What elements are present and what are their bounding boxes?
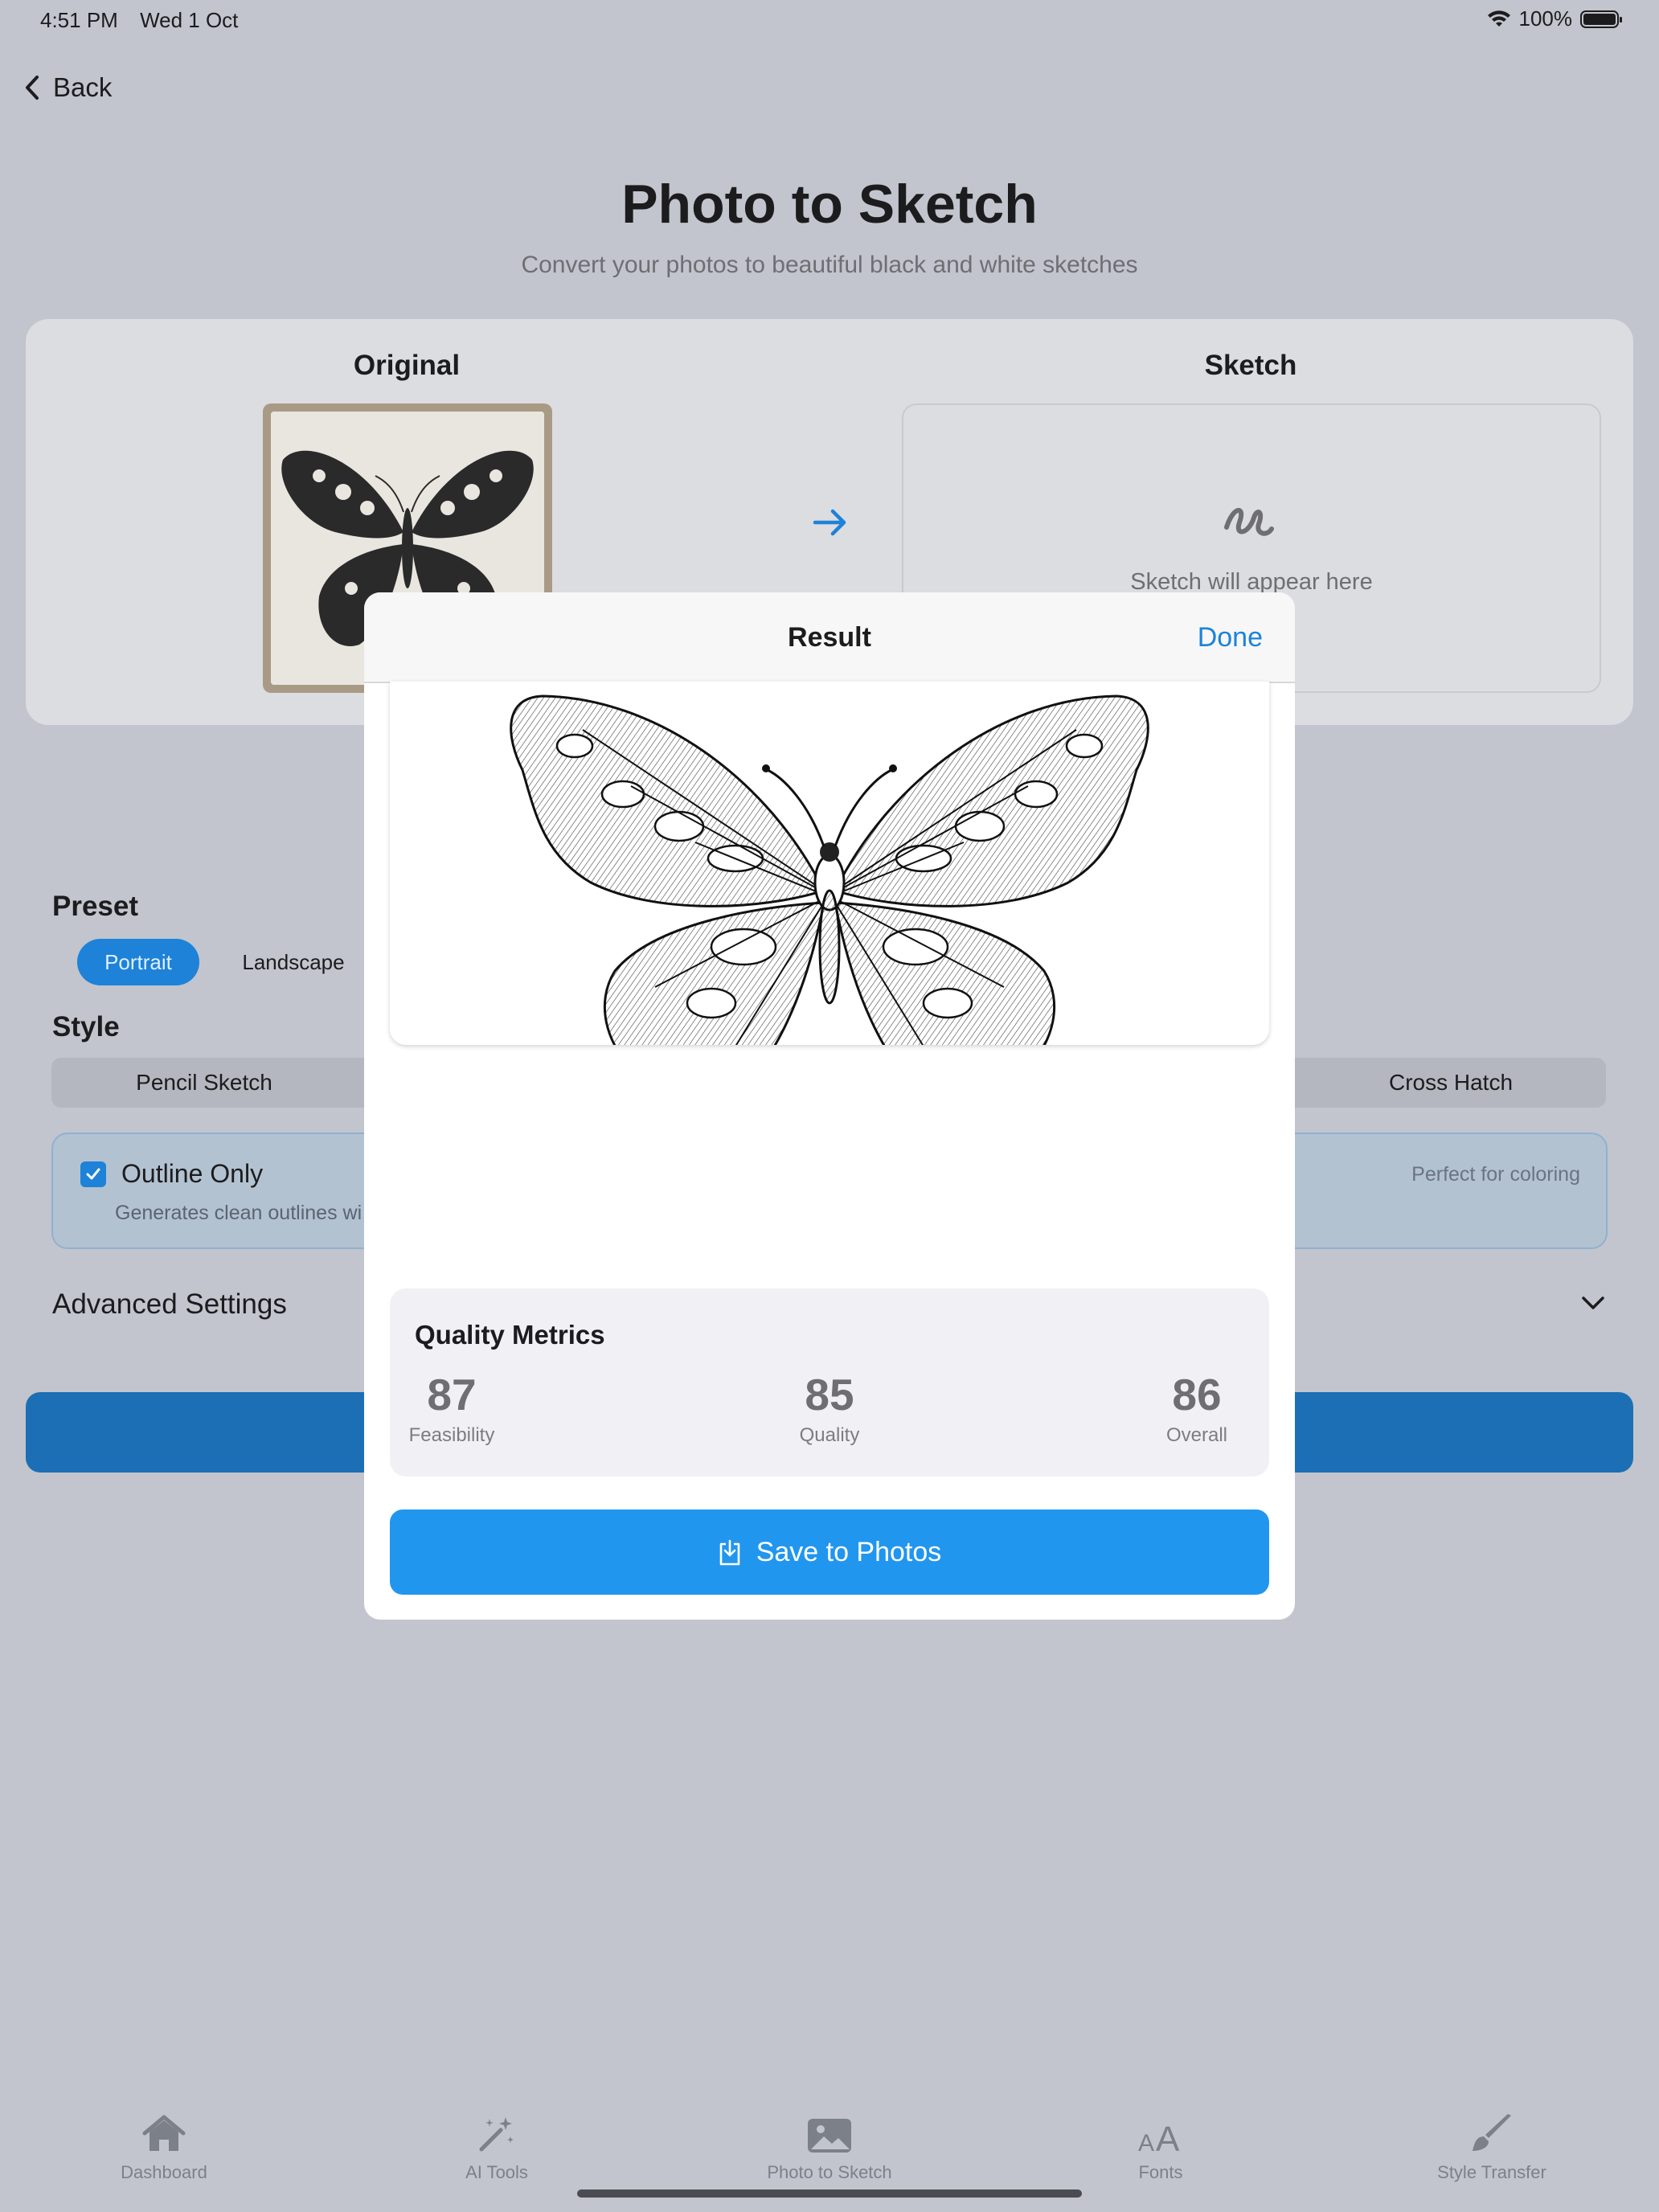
- quality-metrics-title: Quality Metrics: [415, 1320, 605, 1350]
- tab-label: Fonts: [1138, 2162, 1183, 2182]
- tab-photo-to-sketch[interactable]: Photo to Sketch: [733, 2106, 926, 2183]
- page-title: Photo to Sketch: [621, 174, 1038, 235]
- save-download-icon: [719, 1539, 739, 1566]
- metric-label: Quality: [799, 1424, 860, 1446]
- tab-style-transfer[interactable]: Style Transfer: [1395, 2106, 1588, 2183]
- outline-only-note: Perfect for coloring: [1411, 1163, 1580, 1186]
- battery-percent: 100%: [1518, 6, 1573, 31]
- style-option-pencil-sketch[interactable]: Pencil Sketch: [51, 1058, 357, 1108]
- checkmark-icon: [86, 1168, 100, 1180]
- svg-text:A: A: [1138, 2130, 1154, 2154]
- metric-quality: 85 Quality: [769, 1368, 890, 1447]
- sketch-label: Sketch: [1204, 350, 1297, 381]
- paintbrush-icon: [1473, 2114, 1511, 2151]
- original-label: Original: [353, 350, 461, 381]
- tab-label: Dashboard: [121, 2162, 207, 2182]
- metric-label: Overall: [1165, 1424, 1228, 1446]
- advanced-settings-label[interactable]: Advanced Settings: [52, 1288, 287, 1321]
- modal-title: Result: [788, 622, 871, 653]
- sketch-result-image[interactable]: [390, 682, 1269, 1045]
- back-label: Back: [53, 72, 113, 102]
- tab-label: Style Transfer: [1437, 2162, 1546, 2182]
- wand-sparkles-icon: [479, 2117, 514, 2152]
- butterfly-sketch-image: [510, 694, 1149, 1045]
- preset-chip-portrait[interactable]: Portrait: [77, 939, 199, 985]
- outline-only-description: Generates clean outlines wi: [115, 1202, 363, 1224]
- save-to-photos-button[interactable]: Save to Photos: [390, 1509, 1269, 1595]
- metric-value: 86: [1172, 1370, 1222, 1419]
- back-button[interactable]: Back: [24, 72, 112, 103]
- tab-label: AI Tools: [465, 2162, 528, 2182]
- text-size-icon: A A: [1138, 2120, 1180, 2154]
- metric-value: 87: [427, 1370, 477, 1419]
- modal-header: Result Done: [364, 592, 1295, 683]
- status-bar-right: 100%: [1487, 6, 1622, 31]
- metric-value: 85: [805, 1370, 854, 1419]
- chevron-left-icon: [26, 76, 39, 100]
- arrow-right-icon: [813, 509, 846, 536]
- outline-only-checkbox[interactable]: [80, 1161, 106, 1187]
- battery-icon: [1580, 10, 1622, 28]
- svg-text:A: A: [1156, 2120, 1180, 2154]
- result-modal: Result Done Quality Metrics 87 Feasibili…: [364, 592, 1295, 1620]
- wifi-icon: [1487, 10, 1510, 27]
- preset-chip-landscape[interactable]: Landscape: [225, 939, 362, 985]
- photo-icon: [808, 2119, 851, 2153]
- scribble-icon: [1224, 507, 1274, 536]
- tab-label: Photo to Sketch: [767, 2162, 892, 2182]
- page-subtitle: Convert your photos to beautiful black a…: [521, 252, 1138, 278]
- home-indicator[interactable]: [577, 2189, 1082, 2198]
- preset-heading: Preset: [52, 891, 139, 922]
- done-button[interactable]: Done: [1198, 622, 1263, 653]
- metric-feasibility: 87 Feasibility: [391, 1368, 512, 1447]
- status-date: Wed 1 Oct: [140, 8, 239, 32]
- house-icon: [142, 2115, 186, 2151]
- save-button-label: Save to Photos: [756, 1536, 942, 1567]
- outline-only-title: Outline Only: [121, 1159, 264, 1188]
- metric-label: Feasibility: [408, 1424, 495, 1446]
- tab-dashboard[interactable]: Dashboard: [68, 2106, 260, 2183]
- metric-overall: 86 Overall: [1137, 1368, 1257, 1447]
- chevron-down-icon[interactable]: [1580, 1290, 1606, 1316]
- status-time: 4:51 PM: [40, 8, 118, 32]
- style-heading: Style: [52, 1011, 120, 1043]
- tab-ai-tools[interactable]: AI Tools: [400, 2106, 593, 2183]
- tab-fonts[interactable]: A A Fonts: [1064, 2106, 1257, 2183]
- style-option-cross-hatch[interactable]: Cross Hatch: [1294, 1058, 1608, 1108]
- status-bar-left: 4:51 PM Wed 1 Oct: [40, 8, 254, 33]
